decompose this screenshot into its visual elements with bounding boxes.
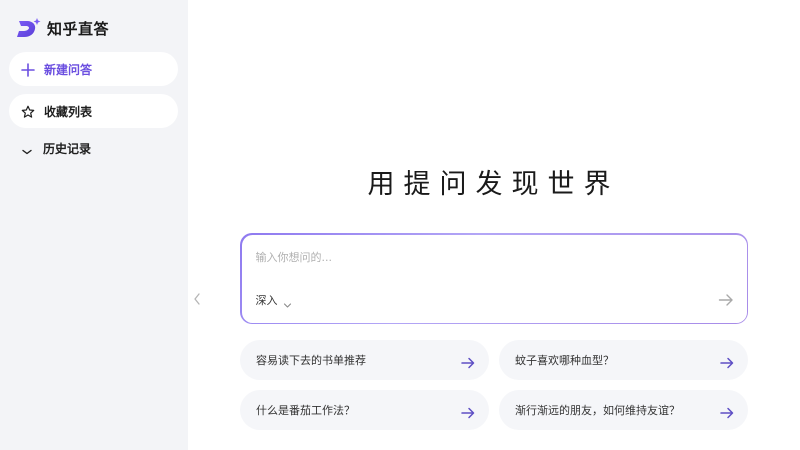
suggestion-item[interactable]: 容易读下去的书单推荐 — [240, 340, 489, 380]
suggestion-item[interactable]: 渐行渐远的朋友，如何维持友谊？ — [499, 390, 748, 430]
suggestion-item[interactable]: 什么是番茄工作法？ — [240, 390, 489, 430]
question-input[interactable] — [255, 248, 716, 267]
suggestion-label: 容易读下去的书单推荐 — [256, 354, 366, 367]
mode-label: 深入 — [255, 293, 278, 307]
send-button[interactable] — [718, 292, 734, 306]
page-title: 用提问发现世界 — [367, 169, 620, 200]
arrow-right-icon — [461, 354, 475, 369]
collapse-sidebar-icon[interactable] — [192, 291, 202, 307]
star-icon — [21, 104, 35, 118]
chevron-down-icon — [21, 143, 33, 155]
suggestion-label: 什么是番茄工作法？ — [256, 404, 355, 417]
ask-box: 深入 — [240, 233, 748, 324]
mode-selector[interactable]: 深入 — [256, 292, 292, 308]
arrow-right-icon — [461, 404, 475, 419]
brand-name: 知乎直答 — [47, 19, 110, 38]
sidebar: 知乎直答 新建问答 收藏列表 历史记录 — [0, 0, 188, 450]
chevron-down-icon — [283, 295, 292, 308]
plus-icon — [21, 62, 35, 77]
suggestion-label: 渐行渐远的朋友，如何维持友谊？ — [515, 404, 680, 417]
arrow-right-icon — [720, 404, 734, 419]
suggestion-label: 蚊子喜欢哪种血型？ — [515, 354, 614, 367]
arrow-right-icon — [720, 354, 734, 369]
history-toggle[interactable]: 历史记录 — [21, 140, 91, 157]
favorites-button[interactable]: 收藏列表 — [9, 94, 178, 128]
new-question-button[interactable]: 新建问答 — [9, 52, 178, 86]
new-question-label: 新建问答 — [44, 62, 93, 77]
zhida-logo-icon — [16, 17, 42, 39]
history-label: 历史记录 — [43, 142, 92, 156]
suggestion-item[interactable]: 蚊子喜欢哪种血型？ — [499, 340, 748, 380]
brand[interactable]: 知乎直答 — [16, 17, 109, 39]
favorites-label: 收藏列表 — [44, 104, 93, 119]
